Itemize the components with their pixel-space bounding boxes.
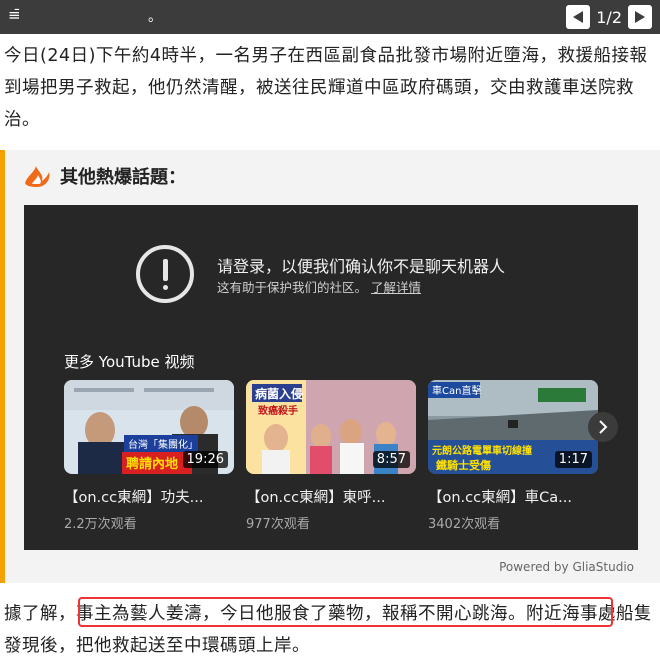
accent-bar [0,150,5,583]
video-title[interactable]: 【on.cc東網】車Ca... [428,486,598,507]
highlight-box [78,597,613,627]
pager: 1/2 [566,4,652,30]
thumb-text: 車Can直擊 [432,384,481,397]
video-thumbnail[interactable]: 病菌入侵 致癌殺手 8:57 [246,380,416,474]
menu-icon[interactable]: ≡̄ [8,6,21,24]
exclamation-icon [136,245,194,303]
chevron-right-icon [599,420,608,434]
thumb-text: 聘請內地 [126,456,178,472]
top-bar-text: 。 [148,9,162,25]
video-views: 3402次观看 [428,517,501,532]
hot-topics-title: 其他熱爆話題： [60,167,186,188]
next-videos-button[interactable] [588,412,618,442]
video-card[interactable]: 病菌入侵 致癌殺手 8:57 【on.cc東網】東呼... 977次观看 [246,380,416,532]
thumb-text: 病菌入侵 [255,386,303,401]
thumb-text: 致癌殺手 [258,404,298,417]
video-duration: 19:26 [182,451,228,468]
thumb-text: 台灣「集團化」 [128,438,198,451]
video-thumbnail[interactable]: 車Can直擊 元朗公路電單車切線撞 鐵騎士受傷 1:17 [428,380,598,474]
more-videos-label: 更多 YouTube 视频 [64,353,195,371]
youtube-embed[interactable]: 请登录，以便我们确认你不是聊天机器人 这有助于保护我们的社区。 了解详情 更多 … [24,205,638,550]
video-title[interactable]: 【on.cc東網】東呼... [246,486,416,507]
thumb-text: 元朗公路電單車切線撞 [432,444,532,457]
prev-page-button[interactable] [566,5,591,29]
video-thumbnail[interactable]: 台灣「集團化」 聘請內地 19:26 [64,380,234,474]
video-views: 977次观看 [246,517,310,532]
video-duration: 8:57 [372,451,410,468]
powered-by: Powered by GliaStudio [499,560,634,574]
paragraph-prefix: 據了解， [4,604,76,624]
youtube-sub-text: 这有助于保护我们的社区。 了解详情 [217,277,421,296]
thumb-text: 鐵騎士受傷 [436,458,491,472]
next-page-button[interactable] [628,5,652,29]
flame-logo-icon [25,166,50,187]
video-title[interactable]: 【on.cc東網】功夫... [64,486,234,507]
top-bar: ≡̄ 。 1/2 [0,0,660,34]
video-card[interactable]: 車Can直擊 元朗公路電單車切線撞 鐵騎士受傷 1:17 【on.cc東網】車C… [428,380,598,532]
video-card[interactable]: 台灣「集團化」 聘請內地 19:26 【on.cc東網】功夫... 2.2万次观… [64,380,234,532]
triangle-right-icon [635,11,645,23]
learn-more-link[interactable]: 了解详情 [371,280,421,295]
page-count: 1/2 [596,7,622,27]
video-duration: 1:17 [554,451,592,468]
article-paragraph-1: 今日(24日)下午約4時半，一名男子在西區副食品批發市場附近墮海，救援船接報到場… [4,46,648,130]
youtube-login-message: 请登录，以便我们确认你不是聊天机器人 [217,257,506,276]
youtube-sub-label: 这有助于保护我们的社区。 [217,280,368,295]
triangle-left-icon [573,11,584,23]
hot-topics-header: 其他熱爆話題： [22,163,186,189]
video-views: 2.2万次观看 [64,517,137,532]
